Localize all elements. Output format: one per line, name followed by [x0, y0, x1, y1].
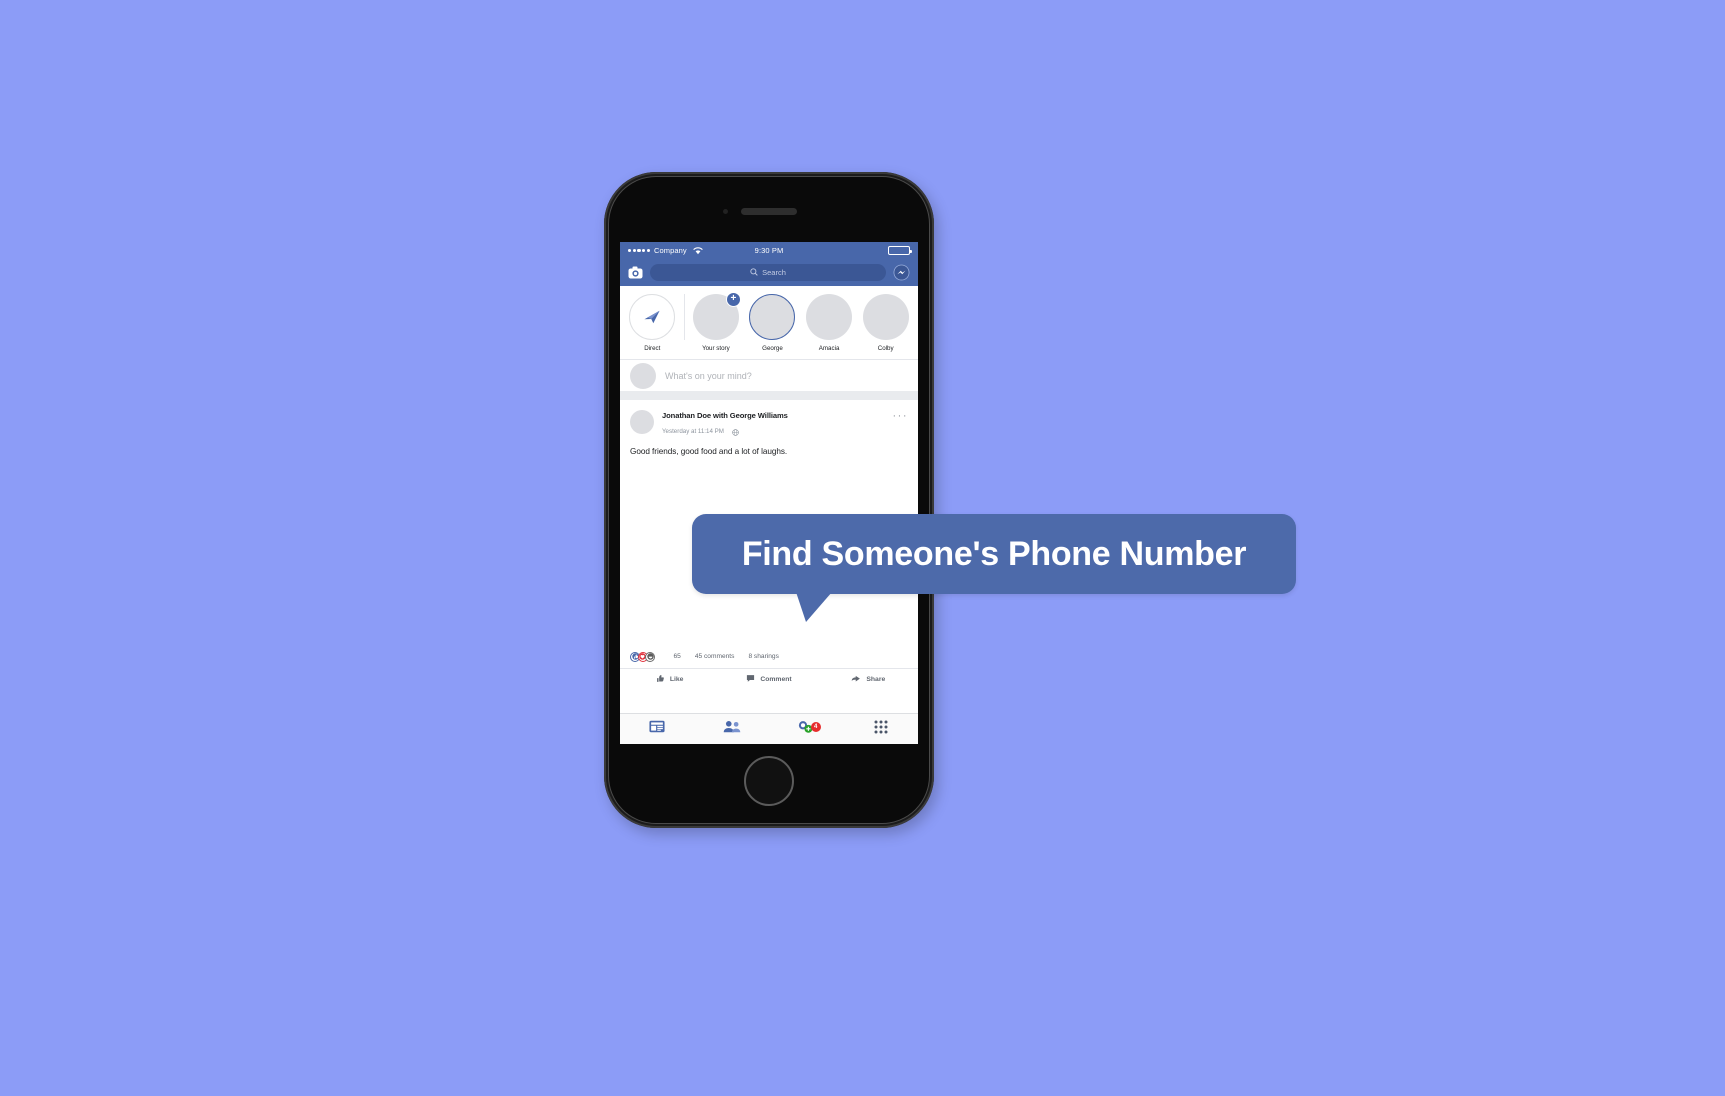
post-header: Jonathan Doe with George Williams Yester…	[620, 400, 918, 447]
story-label: Amacia	[818, 345, 840, 352]
post-action-bar: Like Comment Share	[620, 667, 918, 691]
stories-divider	[683, 294, 685, 340]
reaction-count: 65	[673, 653, 681, 660]
globe-icon	[732, 423, 739, 441]
callout-tail	[796, 592, 832, 622]
story-amacia[interactable]: Amacia	[802, 294, 857, 352]
avatar	[630, 362, 656, 389]
avatar[interactable]	[630, 410, 654, 434]
tab-news-feed[interactable]	[620, 720, 695, 738]
search-input[interactable]: Search	[650, 264, 886, 281]
like-button-label: Like	[669, 676, 684, 683]
comment-button[interactable]: Comment	[719, 674, 818, 685]
phone-screen: Company 9:30 PM Search Direct + Your sto…	[620, 242, 918, 744]
home-button[interactable]	[744, 756, 794, 806]
story-label: Your story	[702, 345, 730, 352]
comment-button-label: Comment	[760, 676, 792, 683]
app-bar: Search	[620, 259, 918, 286]
post-author[interactable]: Jonathan Doe with George Williams	[662, 411, 885, 420]
search-icon	[750, 267, 758, 278]
thumbs-up-icon	[656, 674, 665, 685]
add-story-icon[interactable]: +	[725, 292, 741, 307]
story-colby[interactable]: Colby	[858, 294, 913, 352]
more-options-icon[interactable]: ···	[893, 410, 909, 422]
direct-avatar	[629, 294, 676, 340]
paper-plane-icon	[644, 310, 660, 324]
front-camera-icon	[723, 209, 728, 214]
share-button[interactable]: Share	[819, 674, 918, 685]
story-label: George	[762, 345, 783, 352]
callout-text: Find Someone's Phone Number	[741, 534, 1247, 573]
messenger-icon[interactable]	[893, 264, 910, 281]
tab-friends[interactable]	[695, 720, 770, 738]
reaction-icons[interactable]	[630, 651, 655, 662]
reaction-summary: 65 45 comments 8 sharings	[620, 645, 918, 668]
phone-device: Company 9:30 PM Search Direct + Your sto…	[604, 172, 934, 828]
tab-notifications[interactable]: 4	[769, 720, 844, 739]
carrier-label: Company	[653, 246, 687, 255]
status-bar-right	[888, 246, 912, 255]
friends-icon	[723, 720, 741, 738]
post-body-text: Good friends, good food and a lot of lau…	[630, 446, 788, 456]
status-bar: Company 9:30 PM	[620, 242, 918, 259]
like-button[interactable]: Like	[620, 674, 719, 685]
callout-bubble: Find Someone's Phone Number	[692, 514, 1296, 622]
story-avatar	[806, 294, 853, 340]
post-timestamp: Yesterday at 11:14 PM	[662, 428, 724, 435]
story-your-story[interactable]: + Your story	[689, 292, 744, 352]
tab-menu[interactable]	[844, 720, 919, 739]
story-label: Colby	[877, 345, 894, 352]
grid-menu-icon	[874, 720, 888, 739]
share-button-label: Share	[866, 676, 886, 683]
search-placeholder: Search	[762, 268, 786, 277]
story-avatar	[749, 294, 796, 340]
your-story-avatar: +	[692, 292, 741, 340]
share-icon	[851, 674, 861, 685]
story-label: Direct	[644, 345, 661, 352]
share-count[interactable]: 8 sharings	[748, 653, 778, 660]
battery-icon	[888, 246, 912, 255]
story-george[interactable]: George	[745, 294, 800, 352]
bottom-tab-bar: 4	[620, 713, 918, 744]
story-avatar	[862, 294, 909, 340]
wifi-icon	[692, 246, 703, 255]
news-feed-icon	[649, 720, 665, 738]
comment-icon	[746, 674, 755, 685]
post-composer[interactable]: What's on your mind?	[620, 360, 918, 400]
stories-row: Direct + Your story George Amacia Colby	[620, 286, 918, 360]
story-direct[interactable]: Direct	[625, 294, 680, 352]
signal-strength-icon	[628, 248, 650, 253]
composer-placeholder: What's on your mind?	[665, 370, 752, 381]
notifications-badge: 4	[810, 721, 821, 732]
haha-reaction-icon	[645, 651, 655, 662]
camera-icon[interactable]	[628, 265, 643, 280]
earpiece-speaker	[741, 208, 797, 215]
comment-count[interactable]: 45 comments	[695, 653, 735, 660]
post-meta: Yesterday at 11:14 PM	[662, 423, 885, 441]
post-header-text: Jonathan Doe with George Williams Yester…	[662, 410, 885, 441]
